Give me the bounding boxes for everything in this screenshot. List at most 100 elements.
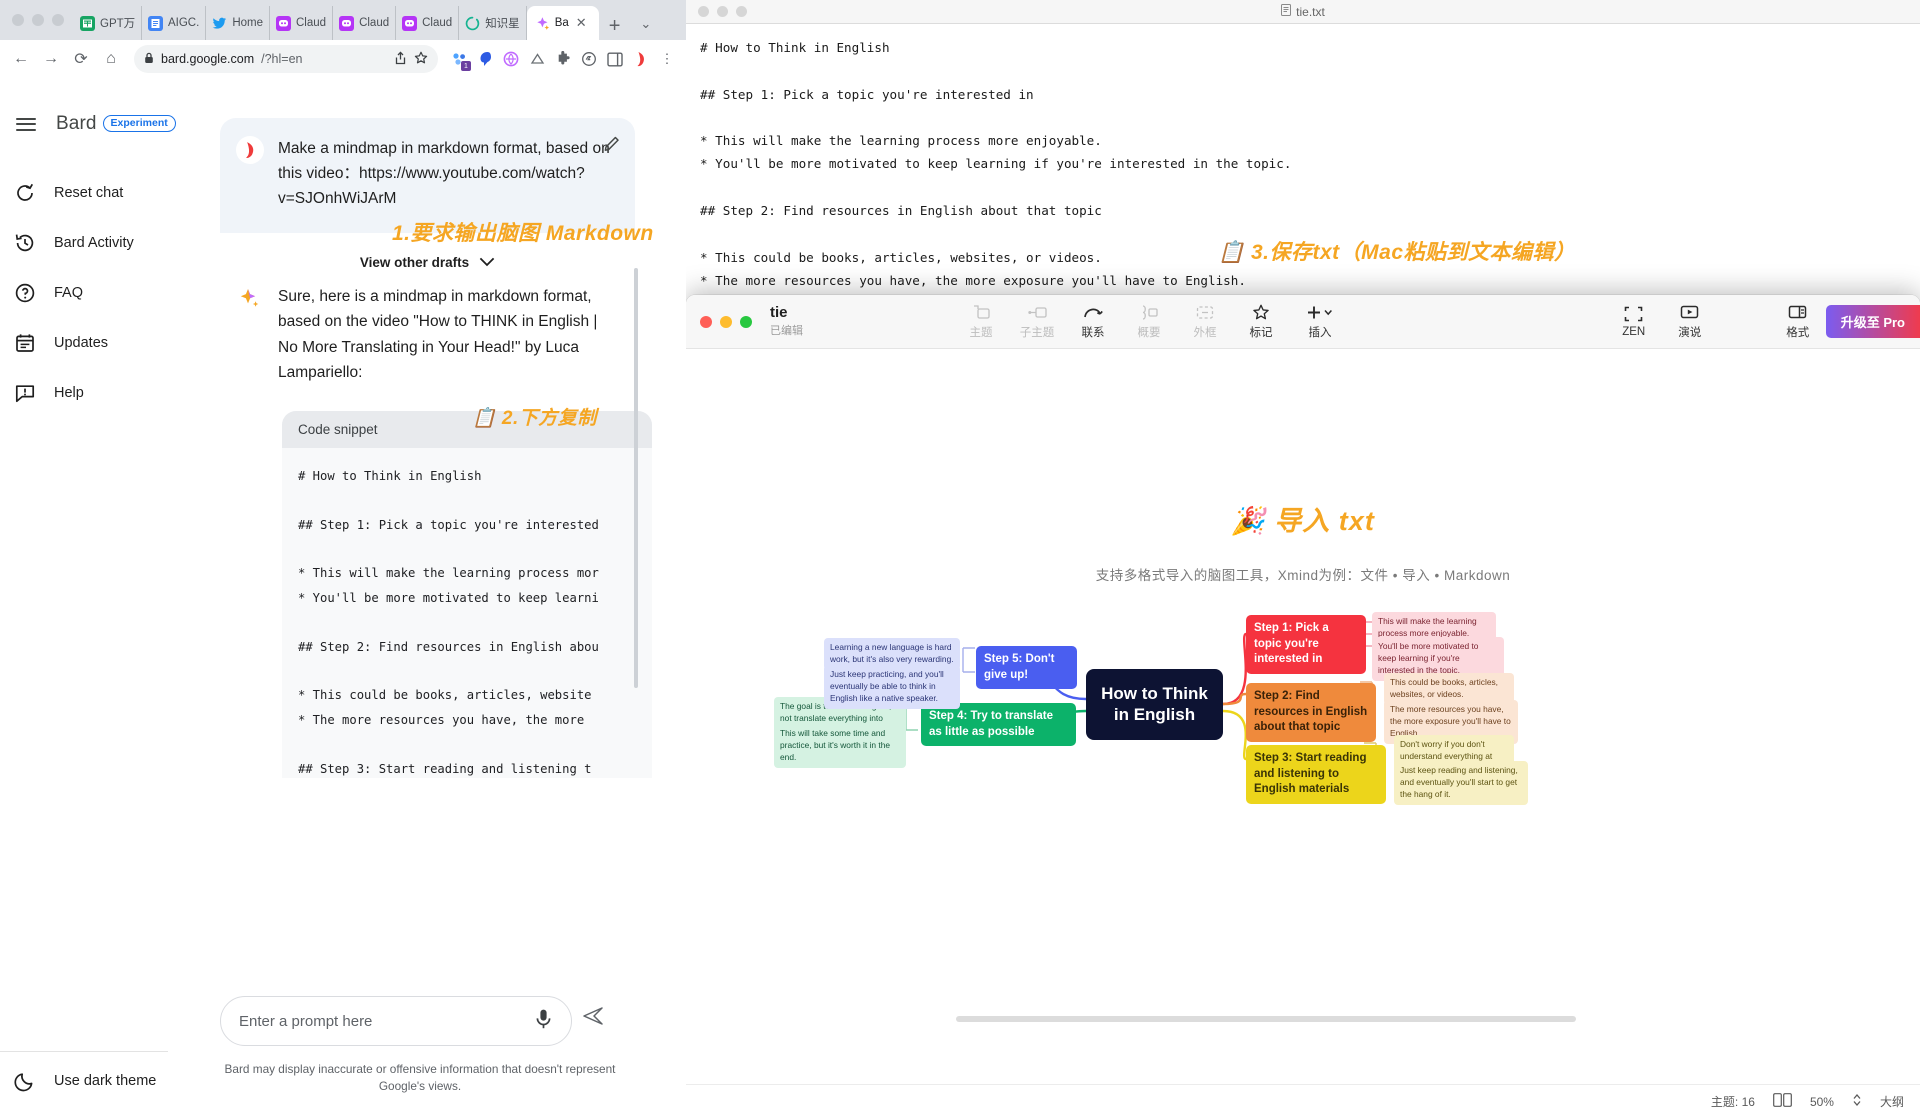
upgrade-pro-button[interactable]: 升级至 Pro [1825,305,1920,338]
xmind-tool-format-label: 格式 [1786,327,1810,339]
close-icon[interactable]: ✕ [576,15,587,31]
xmind-tool-summary-label: 概要 [1137,327,1161,339]
sidebar-item-updates-label: Updates [54,335,109,351]
text-editor-titlebar: tie.txt [686,0,1920,24]
puzzle-extensions-icon[interactable] [552,48,574,70]
extension-icon-3[interactable] [500,48,522,70]
lock-icon [144,52,154,67]
bard-assistant-avatar [236,284,264,312]
xmind-traffic-lights[interactable] [700,315,752,328]
xmind-tool-summary[interactable]: 概要 [1121,303,1177,340]
forward-icon[interactable]: → [38,46,64,72]
mindmap-branch-step5[interactable]: Step 5: Don't give up! [976,646,1077,690]
address-bar[interactable]: bard.google.com /?hl=en [134,45,438,73]
browser-tab-3[interactable]: Claud [270,6,334,40]
xmind-tool-subtopic[interactable]: 子主题 [1009,303,1065,340]
xmind-tool-boundary[interactable]: 外框 [1177,303,1233,340]
page-view-icon[interactable] [1773,1093,1792,1110]
bard-sidebar: Bard Experiment Reset chat Bard Activity [0,78,200,1118]
xmind-tool-format[interactable]: 格式 [1770,303,1826,340]
side-panel-icon[interactable] [604,48,626,70]
xmind-tool-topic-label: 主题 [969,327,993,339]
sidebar-item-bard-activity-label: Bard Activity [54,235,134,251]
new-tab-button[interactable]: + [599,16,631,40]
chevron-down-icon [479,255,495,270]
bard-extension-icon[interactable] [630,48,652,70]
code-snippet-body[interactable]: # How to Think in English ## Step 1: Pic… [282,447,652,778]
more-menu-icon[interactable]: ⋮ [656,48,678,70]
prompt-input-bar[interactable]: Enter a prompt here [220,996,572,1046]
mindmap-branch-step2[interactable]: Step 2: Find resources in English about … [1246,683,1376,742]
sidebar-item-updates[interactable]: Updates [0,318,200,368]
bot-message-row: Sure, here is a mindmap in markdown form… [236,284,619,384]
view-other-drafts-button[interactable]: View other drafts [236,245,619,284]
window-traffic-lights[interactable] [8,0,74,40]
extension-icon-2[interactable] [474,48,496,70]
browser-tab-1[interactable]: AIGC. [142,6,207,40]
xmind-tool-relationship-label: 联系 [1081,327,1105,339]
extension-badge: 1 [461,61,471,71]
home-icon[interactable]: ⌂ [98,46,124,72]
edit-pencil-icon[interactable] [604,134,621,156]
menu-icon[interactable] [16,117,36,131]
conversation-scrollbar[interactable] [634,268,638,688]
xmind-tool-relationship[interactable]: 联系 [1065,303,1121,340]
sidebar-item-bard-activity[interactable]: Bard Activity [0,218,200,268]
browser-tab-4[interactable]: Claud [333,6,397,40]
xmind-tool-topic[interactable]: 主题 [953,303,1009,340]
sidebar-item-reset-chat[interactable]: Reset chat [0,168,200,218]
text-editor-title: tie.txt [686,4,1920,19]
send-prompt-button[interactable] [582,1005,604,1032]
extension-icon-4[interactable] [526,48,548,70]
mindmap-branch-step4[interactable]: Step 4: Try to translate as little as po… [921,703,1076,747]
sidebar-item-help[interactable]: Help [0,368,200,418]
microphone-icon[interactable] [534,1008,553,1035]
reset-icon [17,183,34,201]
xmind-document-info: tie 已编辑 [770,304,803,339]
outline-toggle-label[interactable]: 大纲 [1880,1093,1904,1110]
relationship-icon [1083,303,1103,321]
text-editor-filename: tie.txt [1296,4,1325,19]
browser-tab-4-label: Claud [359,17,390,29]
summary-icon [1140,303,1158,321]
chevron-down-icon[interactable]: ⌄ [630,16,659,40]
mindmap-leaf-3-2[interactable]: Just keep reading and listening, and eve… [1394,761,1528,805]
annotation-copy-below: 📋 2.下方复制 [472,408,597,429]
sidebar-item-faq[interactable]: FAQ [0,268,200,318]
subtopic-icon [1027,303,1047,321]
xmind-tool-present[interactable]: 演说 [1662,303,1718,340]
xmind-tool-insert[interactable]: 插入 [1289,303,1351,340]
dark-theme-toggle[interactable]: Use dark theme [0,1070,168,1092]
canvas-horizontal-scrollbar[interactable] [956,1016,1576,1022]
xmind-tool-zen-label: ZEN [1622,326,1646,338]
mindmap-branch-step1[interactable]: Step 1: Pick a topic you're interested i… [1246,615,1366,674]
xmind-tool-marker[interactable]: 标记 [1233,303,1289,340]
mindmap-central-node[interactable]: How to Think in English [1086,669,1223,740]
zoom-level-label[interactable]: 50% [1810,1095,1834,1109]
bard-nav-list: Reset chat Bard Activity FAQ Updates Hel… [0,168,200,418]
browser-tab-6[interactable]: 知识星 [459,6,527,40]
extension-icon-1[interactable]: 1 [448,48,471,71]
loading-icon [465,16,480,31]
share-icon[interactable] [394,50,407,68]
sidebar-item-help-label: Help [54,385,84,401]
back-icon[interactable]: ← [8,46,34,72]
marker-star-icon [1252,303,1270,321]
mindmap-leaf-4-2[interactable]: This will take some time and practice, b… [774,724,906,768]
browser-tab-0[interactable]: GPT万 [74,6,142,40]
browser-tab-7-active[interactable]: Ba ✕ [526,6,599,40]
browser-tab-2[interactable]: Home [206,6,270,40]
browser-tab-2-label: Home [232,17,263,29]
reader-icon[interactable] [578,48,600,70]
bookmark-star-icon[interactable] [414,51,428,68]
topic-count-label: 主题: 16 [1710,1095,1755,1109]
xmind-window: tie 已编辑 主题 子主题 联系 概要 外框 标记 插入 ZEN 演说 格式 … [686,295,1920,1118]
xmind-canvas[interactable]: 🎉 导入 txt 支持多格式导入的脑图工具，Xmind为例：文件 • 导入 • … [686,349,1920,1062]
browser-tab-5[interactable]: Claud [396,6,460,40]
url-host: bard.google.com [161,52,255,66]
mindmap-leaf-5-2[interactable]: Just keep practicing, and you'll eventua… [824,665,960,709]
stepper-icon[interactable] [1852,1092,1862,1111]
mindmap-branch-step3[interactable]: Step 3: Start reading and listening to E… [1246,745,1386,804]
reload-icon[interactable]: ⟳ [68,46,94,72]
xmind-tool-zen[interactable]: ZEN [1606,305,1662,338]
